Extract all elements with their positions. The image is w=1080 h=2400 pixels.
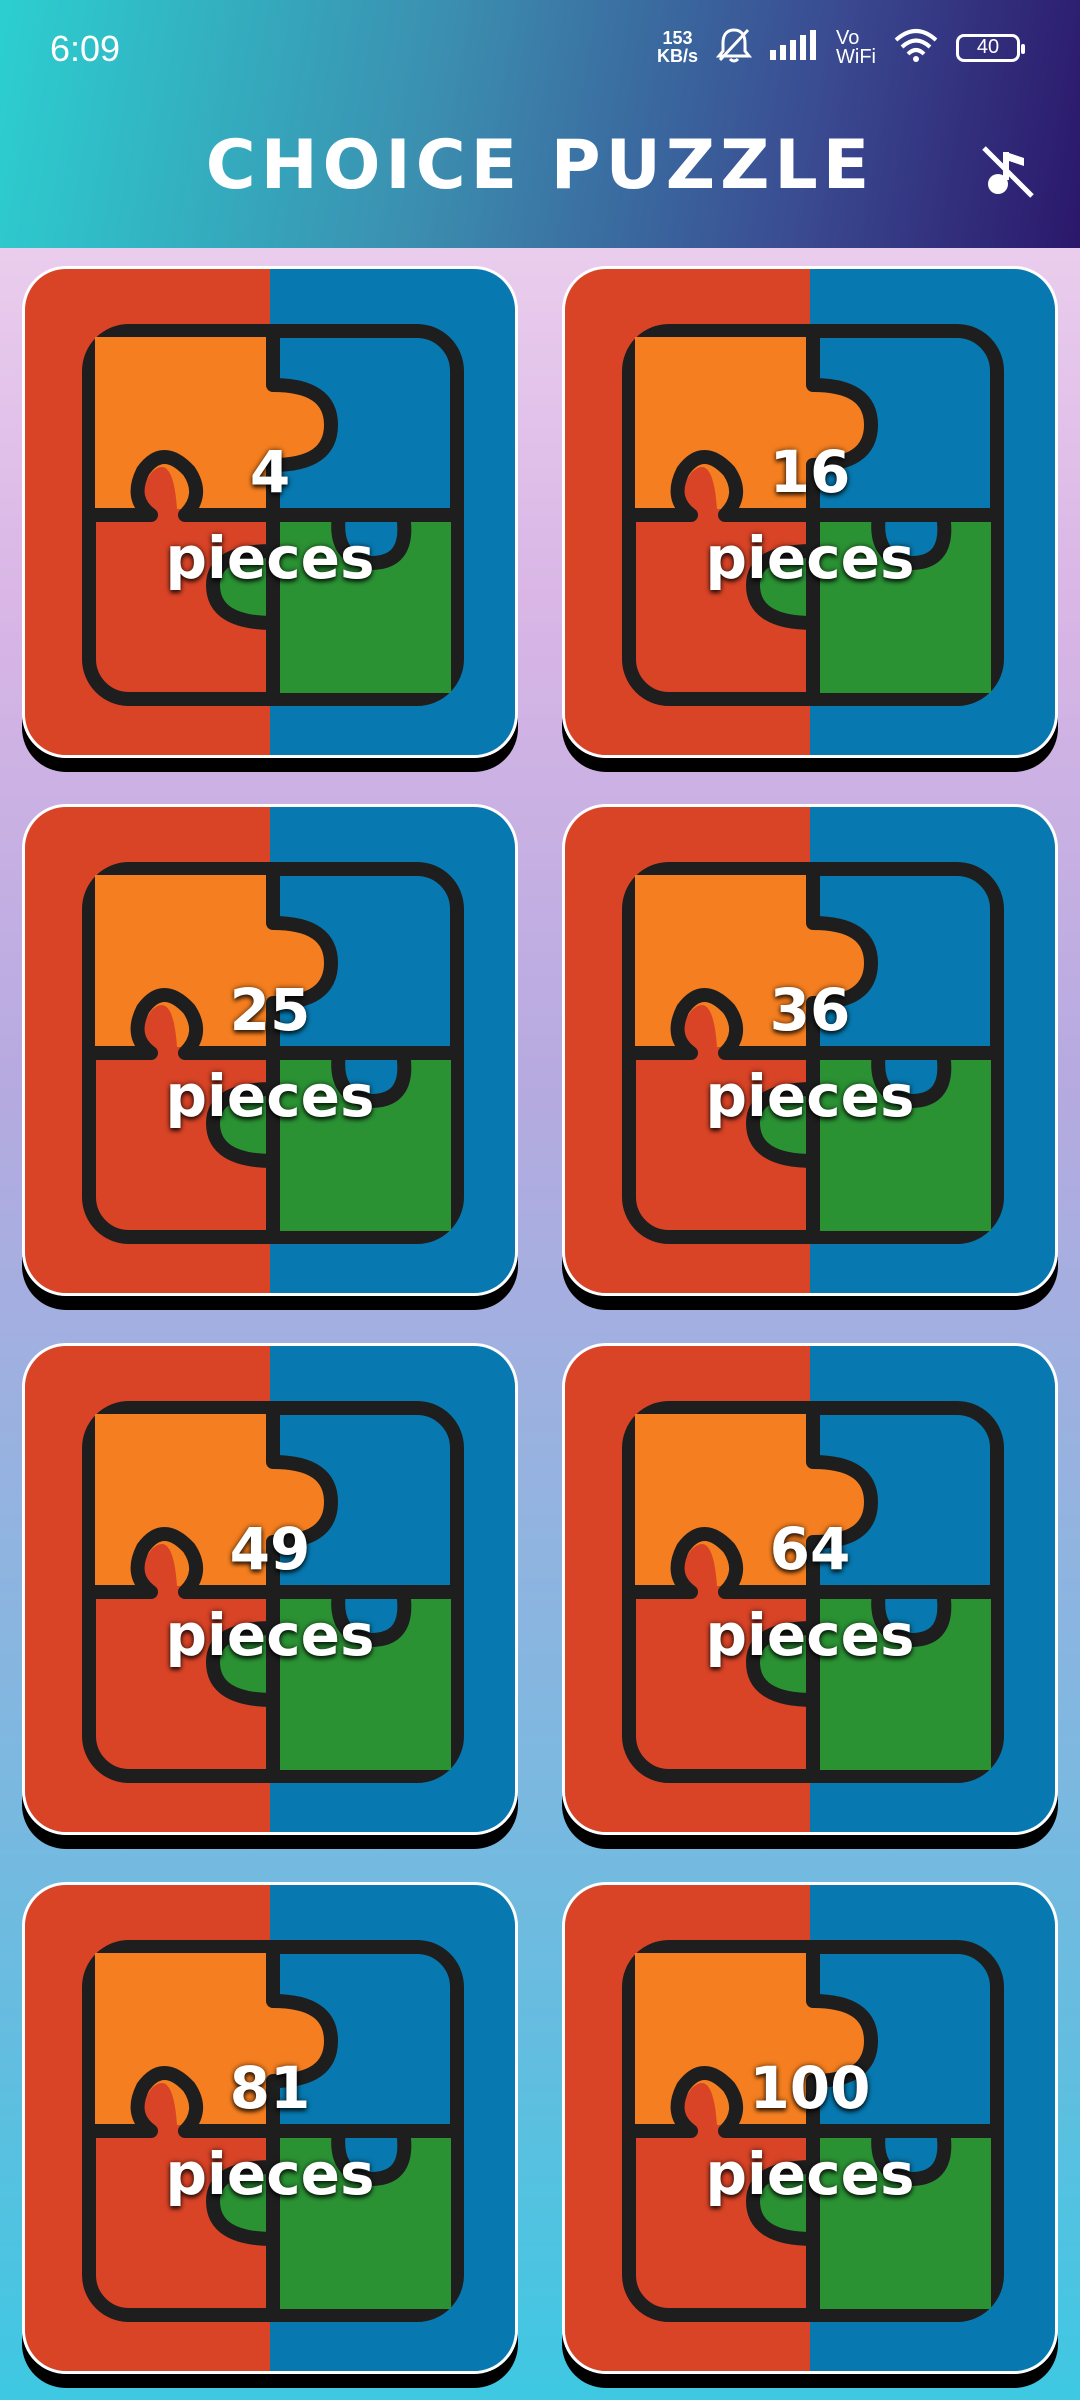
piece-count: 36 [769,976,851,1044]
piece-count-label: 25 pieces [25,967,515,1139]
piece-count: 16 [769,438,851,506]
music-off-icon [982,146,1034,198]
bell-off-icon [715,26,753,69]
piece-unit: pieces [165,2140,375,2208]
piece-count-label: 4 pieces [25,429,515,601]
vowifi-top: Vo [836,26,860,49]
network-speed-value: 153 [662,28,693,49]
puzzle-option-36[interactable]: 36 pieces [562,804,1058,1296]
vowifi-bottom: WiFi [836,45,876,68]
piece-count-label: 81 pieces [25,2045,515,2217]
piece-count-label: 36 pieces [565,967,1055,1139]
piece-unit: pieces [705,1601,915,1669]
piece-unit: pieces [705,1062,915,1130]
music-toggle-button[interactable] [972,136,1044,208]
status-icons: 153 KB/s Vo WiFi 40 [657,26,1025,69]
signal-icon [770,30,818,65]
piece-count: 25 [229,976,311,1044]
puzzle-option-25[interactable]: 25 pieces [22,804,518,1296]
piece-count: 64 [769,1515,851,1583]
battery-level: 40 [976,36,1000,58]
piece-count-label: 100 pieces [565,2045,1055,2217]
piece-count: 49 [229,1515,311,1583]
vowifi-indicator: Vo WiFi [836,26,876,68]
puzzle-option-4[interactable]: 4 pieces [22,266,518,758]
piece-unit: pieces [705,524,915,592]
piece-unit: pieces [165,1601,375,1669]
piece-count-label: 64 pieces [565,1506,1055,1678]
piece-count: 4 [249,438,291,506]
status-time: 6:09 [50,28,121,69]
network-speed: 153 KB/s [657,28,699,66]
puzzle-option-64[interactable]: 64 pieces [562,1343,1058,1835]
wifi-icon [894,28,938,67]
puzzle-option-16[interactable]: 16 pieces [562,266,1058,758]
puzzle-option-81[interactable]: 81 pieces [22,1882,518,2374]
piece-count: 81 [229,2054,311,2122]
battery-icon: 40 [956,33,1025,62]
piece-unit: pieces [705,2140,915,2208]
piece-unit: pieces [165,524,375,592]
piece-count: 100 [749,2054,871,2122]
piece-count-label: 16 pieces [565,429,1055,601]
piece-unit: pieces [165,1062,375,1130]
page-title: CHOICE PUZZLE [205,126,875,205]
network-speed-unit: KB/s [657,45,699,66]
puzzle-option-49[interactable]: 49 pieces [22,1343,518,1835]
app-header: 6:09 153 KB/s Vo WiFi 40 CHOICE PUZZLE [0,0,1080,248]
piece-count-label: 49 pieces [25,1506,515,1678]
puzzle-option-100[interactable]: 100 pieces [562,1882,1058,2374]
